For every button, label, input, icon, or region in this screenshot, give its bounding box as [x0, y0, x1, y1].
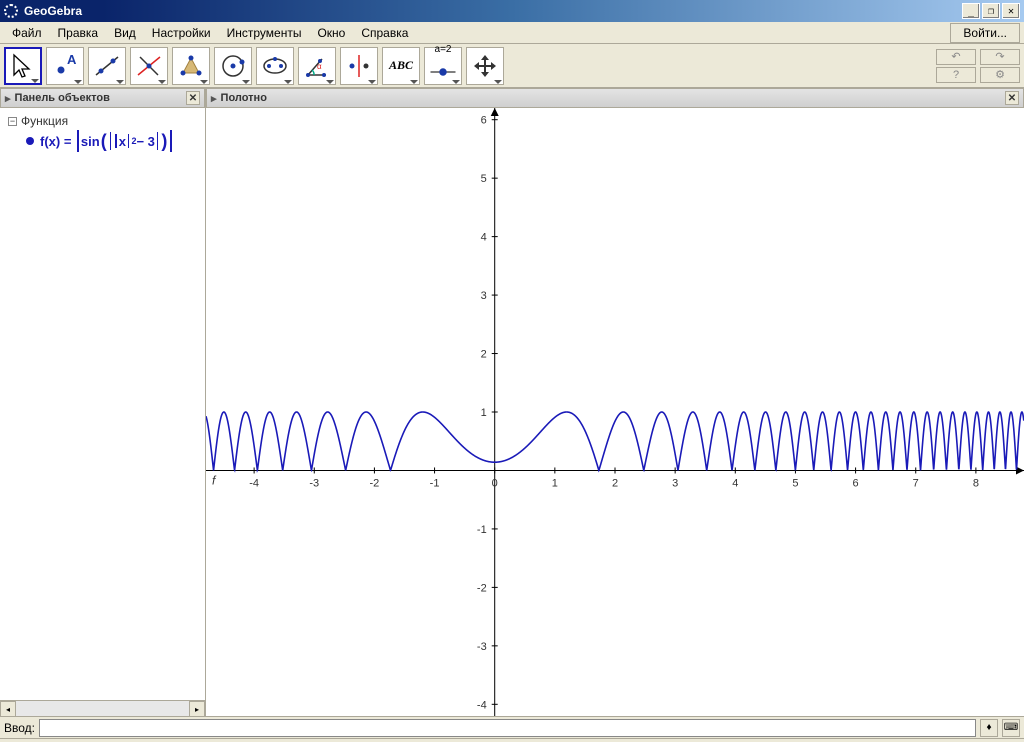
close-button[interactable]: ✕ — [1002, 3, 1020, 19]
line-tool[interactable] — [88, 47, 126, 85]
menu-help[interactable]: Справка — [353, 24, 416, 42]
move-view-tool[interactable] — [466, 47, 504, 85]
visibility-dot-icon[interactable] — [26, 137, 34, 145]
main-area: ▸ Панель объектов ✕ − Функция f(x) = sin… — [0, 88, 1024, 716]
maximize-button[interactable]: ❐ — [982, 3, 1000, 19]
category-function: − Функция f(x) = sin ( x 2 − 3 — [4, 112, 201, 156]
svg-text:4: 4 — [481, 232, 487, 244]
svg-text:-3: -3 — [477, 641, 487, 653]
objects-panel-header[interactable]: ▸ Панель объектов ✕ — [0, 88, 205, 108]
function-item-f[interactable]: f(x) = sin ( x 2 − 3 ) — [8, 128, 201, 154]
minimize-button[interactable]: _ — [962, 3, 980, 19]
redo-button[interactable]: ↷ — [980, 49, 1020, 65]
objects-panel-title: Панель объектов — [15, 92, 110, 104]
svg-text:3: 3 — [672, 477, 678, 489]
objects-hscroll[interactable]: ◂ ▸ — [0, 700, 205, 716]
graphics-view: ▸ Полотно ✕ -4 -3 -2 -1 0 1 2 3 4 5 6 7 8 -4 -3 -2 -1 1 2 3… — [206, 88, 1024, 716]
menu-view[interactable]: Вид — [106, 24, 144, 42]
undo-button[interactable]: ↶ — [936, 49, 976, 65]
svg-text:7: 7 — [913, 477, 919, 489]
svg-text:5: 5 — [792, 477, 798, 489]
virtual-keyboard-button[interactable]: ⌨ — [1002, 719, 1020, 737]
toolbar: A α ABC a=2 ↶ ↷ ? ⚙ — [0, 44, 1024, 88]
input-label: Ввод: — [4, 721, 35, 735]
input-history-dropdown[interactable]: ♦ — [980, 719, 998, 737]
panel-collapse-arrow-icon: ▸ — [5, 92, 11, 105]
graphics-panel-title: Полотно — [221, 92, 267, 104]
menu-tools[interactable]: Инструменты — [219, 24, 310, 42]
menu-edit[interactable]: Правка — [50, 24, 107, 42]
category-label: Функция — [21, 114, 68, 128]
panel-collapse-arrow-icon: ▸ — [211, 92, 217, 105]
svg-text:3: 3 — [481, 290, 487, 302]
move-tool[interactable] — [4, 47, 42, 85]
menu-file[interactable]: Файл — [4, 24, 50, 42]
command-input[interactable] — [39, 719, 976, 737]
svg-text:α: α — [317, 62, 322, 71]
menu-window[interactable]: Окно — [309, 24, 353, 42]
svg-text:0: 0 — [492, 477, 498, 489]
plot-svg: -4 -3 -2 -1 0 1 2 3 4 5 6 7 8 -4 -3 -2 -1 1 2 3 4 5 6 f — [206, 108, 1024, 716]
svg-text:1: 1 — [552, 477, 558, 489]
help-icon-button[interactable]: ? — [936, 67, 976, 83]
svg-text:-2: -2 — [370, 477, 380, 489]
graphics-panel-header[interactable]: ▸ Полотно ✕ — [206, 88, 1024, 108]
svg-text:1: 1 — [481, 407, 487, 419]
svg-text:-4: -4 — [249, 477, 259, 489]
perpendicular-tool[interactable] — [130, 47, 168, 85]
toolbar-right-controls: ↶ ↷ ? ⚙ — [936, 49, 1020, 83]
svg-text:-3: -3 — [309, 477, 319, 489]
objects-panel-close[interactable]: ✕ — [186, 91, 200, 105]
svg-text:-2: -2 — [477, 582, 487, 594]
svg-text:4: 4 — [732, 477, 738, 489]
angle-tool[interactable]: α — [298, 47, 336, 85]
svg-text:6: 6 — [853, 477, 859, 489]
graphics-canvas[interactable]: -4 -3 -2 -1 0 1 2 3 4 5 6 7 8 -4 -3 -2 -1 1 2 3 4 5 6 f — [206, 108, 1024, 716]
graphics-panel-close[interactable]: ✕ — [1005, 91, 1019, 105]
slider-tool[interactable]: a=2 — [424, 47, 462, 85]
reflect-tool[interactable] — [340, 47, 378, 85]
svg-text:-1: -1 — [477, 524, 487, 536]
text-tool[interactable]: ABC — [382, 47, 420, 85]
input-bar: Ввод: ♦ ⌨ — [0, 716, 1024, 738]
circle-tool[interactable] — [214, 47, 252, 85]
objects-tree[interactable]: − Функция f(x) = sin ( x 2 − 3 — [0, 108, 205, 700]
polygon-tool[interactable] — [172, 47, 210, 85]
svg-text:A: A — [67, 52, 77, 67]
tree-collapse-icon[interactable]: − — [8, 117, 17, 126]
window-titlebar: GeoGebra _ ❐ ✕ — [0, 0, 1024, 22]
statusbar — [0, 738, 1024, 742]
svg-text:-4: -4 — [477, 699, 487, 711]
point-tool[interactable]: A — [46, 47, 84, 85]
svg-text:8: 8 — [973, 477, 979, 489]
svg-text:2: 2 — [481, 349, 487, 361]
svg-text:f: f — [212, 473, 217, 487]
svg-text:2: 2 — [612, 477, 618, 489]
svg-text:-1: -1 — [430, 477, 440, 489]
window-title: GeoGebra — [24, 4, 960, 18]
settings-gear-button[interactable]: ⚙ — [980, 67, 1020, 83]
menubar: Файл Правка Вид Настройки Инструменты Ок… — [0, 22, 1024, 44]
menu-settings[interactable]: Настройки — [144, 24, 219, 42]
scroll-right-button[interactable]: ▸ — [189, 701, 205, 717]
app-icon — [4, 4, 18, 18]
login-button[interactable]: Войти... — [950, 23, 1020, 43]
svg-text:5: 5 — [481, 173, 487, 185]
scroll-left-button[interactable]: ◂ — [0, 701, 16, 717]
function-name: f(x) = — [40, 134, 71, 149]
ellipse-tool[interactable] — [256, 47, 294, 85]
objects-panel: ▸ Панель объектов ✕ − Функция f(x) = sin… — [0, 88, 206, 716]
svg-text:6: 6 — [481, 115, 487, 127]
